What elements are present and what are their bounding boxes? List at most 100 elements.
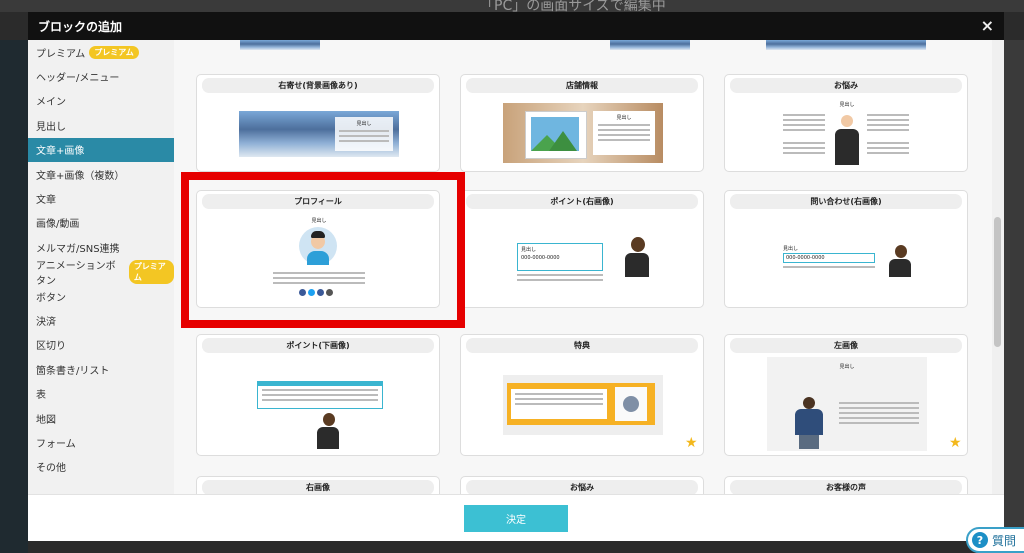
sidebar-item-label: ボタン <box>36 292 66 304</box>
confirm-button[interactable]: 決定 <box>464 505 568 532</box>
modal-title: ブロックの追加 <box>38 19 123 34</box>
sidebar-item-image-video[interactable]: 画像/動画 <box>28 211 174 235</box>
mountain-shape <box>549 131 577 151</box>
block-card-right-align-bg[interactable]: 右寄せ(背景画像あり) 見出し <box>196 74 440 172</box>
thumbnail-heading: 見出し <box>616 115 632 121</box>
sidebar-item-other[interactable]: その他 <box>28 455 174 479</box>
thumbnail-text-box: 見出し 000-0000-0000 <box>517 243 603 271</box>
block-thumbnail: 見出し <box>767 357 927 451</box>
sidebar-item-list[interactable]: 箇条書き/リスト <box>28 357 174 381</box>
sidebar-item-label: 箇条書き/リスト <box>36 365 110 377</box>
block-thumbnail: 見出し <box>503 103 663 163</box>
sidebar-item-text[interactable]: 文章 <box>28 186 174 210</box>
person-head <box>895 245 907 258</box>
sidebar-item-heading[interactable]: 見出し <box>28 113 174 137</box>
thumbnail-heading: 見出し <box>356 121 372 127</box>
person-figure <box>625 253 649 277</box>
thumbnail-lines <box>783 111 825 134</box>
sidebar-item-label: 表 <box>36 390 46 402</box>
scrollbar-thumb[interactable] <box>994 217 1001 347</box>
sidebar-item-form[interactable]: フォーム <box>28 430 174 454</box>
sidebar-item-text-image-multiple[interactable]: 文章+画像（複数） <box>28 162 174 186</box>
block-card-caption: お客様の声 <box>730 480 962 494</box>
help-label: 質問 <box>992 533 1017 548</box>
sidebar-item-label: プレミアム <box>36 48 86 60</box>
sidebar-item-label: 文章+画像 <box>36 146 85 158</box>
sidebar-item-label: ヘッダー/メニュー <box>36 73 120 85</box>
sidebar-item-table[interactable]: 表 <box>28 381 174 405</box>
block-card-point-bottom-image[interactable]: ポイント(下画像) <box>196 334 440 456</box>
sidebar-item-label: フォーム <box>36 438 76 450</box>
sidebar-item-label: 文章 <box>36 195 56 207</box>
bonus-banner <box>507 383 655 425</box>
person-head <box>803 397 815 409</box>
thumbnail-lines <box>783 139 825 157</box>
sidebar-item-map[interactable]: 地図 <box>28 406 174 430</box>
person-figure <box>795 409 823 435</box>
sidebar-item-label: 地図 <box>36 414 56 426</box>
sidebar-item-button[interactable]: ボタン <box>28 284 174 308</box>
sidebar-item-label: メイン <box>36 97 66 109</box>
block-card-caption: 問い合わせ(右画像) <box>730 194 962 209</box>
sidebar-item-main[interactable]: メイン <box>28 89 174 113</box>
block-card-caption: 店舗情報 <box>466 78 698 93</box>
block-card-contact-right-image[interactable]: 問い合わせ(右画像) 見出し 000-0000-0000 <box>724 190 968 308</box>
star-icon: ★ <box>685 435 698 451</box>
thumbnail-lines <box>517 271 603 284</box>
block-card-caption: 左画像 <box>730 338 962 353</box>
star-icon: ★ <box>949 435 962 451</box>
premium-badge: プレミアム <box>128 259 174 284</box>
person-head <box>841 115 853 127</box>
block-thumbnail <box>766 40 926 50</box>
thumbnail-heading: 見出し <box>839 364 855 370</box>
sidebar-item-text-image[interactable]: 文章+画像 <box>28 137 174 162</box>
thumbnail-lines <box>262 389 378 401</box>
modal-footer: 決定 <box>28 494 1004 541</box>
modal-header: ブロックの追加 × <box>28 12 1004 40</box>
highlight-box <box>181 172 465 328</box>
sidebar-item-label: 決済 <box>36 316 56 328</box>
block-card-left-image[interactable]: 左画像 見出し ★ <box>724 334 968 456</box>
background-left-panel <box>0 40 28 553</box>
block-card-right-image[interactable]: 右画像 <box>196 476 440 494</box>
close-icon[interactable]: × <box>981 16 994 35</box>
person-legs <box>799 435 819 449</box>
block-card-caption: ポイント(右画像) <box>466 194 698 209</box>
block-card-caption: ポイント(下画像) <box>202 338 434 353</box>
sidebar-item-label: 区切り <box>36 341 66 353</box>
thumbnail-lines <box>598 124 650 141</box>
category-sidebar: プレミアム プレミアム ヘッダー/メニュー メイン 見出し 文章+画像 文章+画… <box>28 40 174 494</box>
sidebar-item-payment[interactable]: 決済 <box>28 308 174 332</box>
block-card-worries-2[interactable]: お悩み <box>460 476 704 494</box>
sidebar-item-header-menu[interactable]: ヘッダー/メニュー <box>28 64 174 88</box>
help-button[interactable]: ? 質問 <box>966 527 1024 553</box>
sidebar-item-divider[interactable]: 区切り <box>28 333 174 357</box>
thumbnail-phone: 000-0000-0000 <box>521 255 560 261</box>
person-figure <box>889 259 911 277</box>
thumbnail-lines <box>339 130 389 142</box>
sidebar-item-animation-button[interactable]: アニメーションボタン プレミアム <box>28 259 174 287</box>
block-card-bonus[interactable]: 特典 ★ <box>460 334 704 456</box>
background-right-panel <box>1004 40 1024 553</box>
sidebar-item-label: 見出し <box>36 121 66 133</box>
block-card-point-right-image[interactable]: ポイント(右画像) 見出し 000-0000-0000 <box>460 190 704 308</box>
thumbnail-heading: 見出し <box>521 247 537 253</box>
thumbnail-lines <box>783 263 875 271</box>
block-card-worries[interactable]: お悩み 見出し <box>724 74 968 172</box>
block-card-customer-voice[interactable]: お客様の声 <box>724 476 968 494</box>
thumbnail-lines <box>867 139 909 157</box>
block-thumbnail <box>503 375 663 435</box>
block-card-store-info[interactable]: 店舗情報 見出し <box>460 74 704 172</box>
disc-shape <box>623 396 639 412</box>
block-card-caption: お悩み <box>466 480 698 494</box>
sidebar-item-label: 文章+画像（複数） <box>36 170 125 182</box>
block-thumbnail <box>240 40 320 50</box>
thumbnail-lines <box>515 393 603 405</box>
person-figure <box>317 427 339 449</box>
thumbnail-heading: 見出し <box>783 246 799 252</box>
sidebar-item-premium[interactable]: プレミアム プレミアム <box>28 40 174 64</box>
thumbnail-lines <box>867 111 909 134</box>
question-icon: ? <box>972 532 988 548</box>
thumbnail-text-box: 見出し <box>593 111 655 155</box>
background-page-top: 「PC」の画面サイズで編集中 <box>0 0 1024 12</box>
